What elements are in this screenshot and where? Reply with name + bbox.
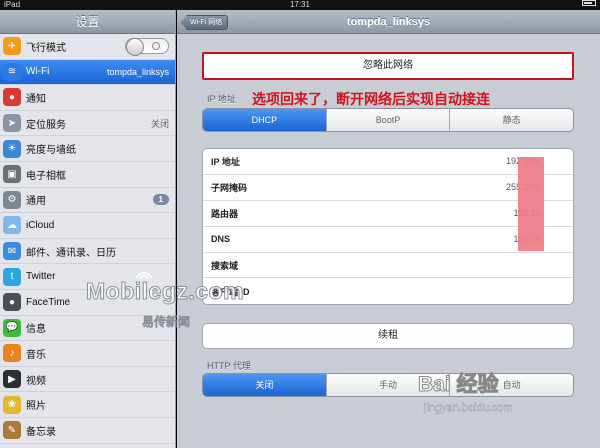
sidebar-item-label: 电子相框 xyxy=(26,170,66,182)
notifications-icon: ● xyxy=(3,88,21,107)
settings-sidebar: 设置 ✈ 飞行模式 ≋ Wi-Fi tompda_linksys ● 通知 ➤ 定位服务 关闭 ☀ 亮… xyxy=(0,10,176,448)
battery-icon xyxy=(582,0,596,6)
sidebar-item[interactable]: ● 通知 xyxy=(0,85,175,111)
sidebar-item[interactable]: ⚙ 通用 1 xyxy=(0,188,175,214)
sidebar-item-label: iCloud xyxy=(26,219,55,231)
row-label: 搜索域 xyxy=(211,260,239,271)
status-bar: iPad 17:31 xyxy=(0,0,600,10)
row-label: IP 地址 xyxy=(211,156,240,167)
sidebar-item[interactable]: ✉ 邮件、通讯录、日历 xyxy=(0,239,175,265)
sidebar-item-label: 亮度与墙纸 xyxy=(26,145,76,157)
sidebar-item[interactable]: ☁ iCloud xyxy=(0,213,175,239)
sidebar-item-label: 通用 xyxy=(26,196,46,208)
sidebar-item[interactable]: ➤ 定位服务 关闭 xyxy=(0,111,175,137)
sidebar-item-value: 关闭 xyxy=(150,118,169,129)
sidebar-item[interactable]: ☀ 亮度与墙纸 xyxy=(0,136,175,162)
wifi-icon: ≋ xyxy=(3,62,21,81)
music-icon: ♪ xyxy=(3,344,21,363)
sidebar-item-label: 备忘录 xyxy=(26,426,56,438)
annotation-text: 选项回来了，断开网络后实现自动接连 xyxy=(252,91,490,107)
table-row[interactable]: 搜索域 xyxy=(203,253,573,279)
mobilegz-watermark: Mobilegz.com xyxy=(85,278,245,305)
notes-icon: ✎ xyxy=(3,421,21,440)
row-label: 客户端 ID xyxy=(211,286,250,297)
picture-frame-icon: ▣ xyxy=(3,165,21,184)
update-badge: 1 xyxy=(152,194,169,206)
sidebar-item-label: 照片 xyxy=(26,401,46,413)
photos-icon: ❀ xyxy=(3,395,21,414)
renew-lease-button[interactable]: 续租 xyxy=(202,323,574,349)
ip-mode-segmented-control: DHCP BootP 静态 xyxy=(202,108,574,132)
forget-network-button[interactable]: 忽略此网络 xyxy=(202,52,574,80)
messages-icon: 💬 xyxy=(3,318,21,337)
sidebar-item-value: tompda_linksys xyxy=(106,66,169,77)
detail-header: Wi-Fi 网络 tompda_linksys xyxy=(177,10,600,34)
sidebar-item-label: 视频 xyxy=(26,375,46,387)
sidebar-item-label: 飞行模式 xyxy=(26,42,66,54)
sidebar-item-label: 定位服务 xyxy=(26,119,66,131)
sidebar-item-label: 邮件、通讯录、日历 xyxy=(26,247,116,259)
video-icon: ▶ xyxy=(3,370,21,389)
proxy-mode-tab[interactable]: 关闭 xyxy=(203,374,327,396)
settings-list: ✈ 飞行模式 ≋ Wi-Fi tompda_linksys ● 通知 ➤ 定位服务 关闭 ☀ 亮度与墙… xyxy=(0,34,175,444)
back-button[interactable]: Wi-Fi 网络 xyxy=(181,15,229,30)
row-label: DNS xyxy=(211,234,231,245)
gear-icon: ⚙ xyxy=(3,190,21,209)
sidebar-item-label: Wi-Fi xyxy=(26,66,50,78)
cloud-icon: ☁ xyxy=(3,216,21,235)
ip-mode-tab[interactable]: 静态 xyxy=(450,109,573,131)
sidebar-item[interactable]: ✈ 飞行模式 xyxy=(0,34,175,60)
mobilegz-watermark-subtitle: 易传新闻 xyxy=(142,315,191,330)
sidebar-item[interactable]: ▣ 电子相框 xyxy=(0,162,175,188)
baidu-watermark-url: jingyan.baidu.com xyxy=(424,402,513,414)
sidebar-item-label: 通知 xyxy=(26,93,46,105)
ip-section-title: IP 地址 xyxy=(207,94,236,104)
sidebar-item[interactable]: ✎ 备忘录 xyxy=(0,418,175,444)
twitter-icon: t xyxy=(3,267,21,286)
sidebar-item[interactable]: ≋ Wi-Fi tompda_linksys xyxy=(0,59,175,86)
clock: 17:31 xyxy=(289,0,311,9)
airplane-mode-toggle[interactable] xyxy=(125,38,169,57)
proxy-section-title: HTTP 代理 xyxy=(207,361,251,371)
location-icon: ➤ xyxy=(3,114,21,133)
ip-mode-tab[interactable]: DHCP xyxy=(203,109,327,131)
wifi-detail-panel: Wi-Fi 网络 tompda_linksys 忽略此网络 IP 地址 选项回来… xyxy=(177,10,600,448)
sidebar-item[interactable]: ♪ 音乐 xyxy=(0,341,175,367)
network-title: tompda_linksys xyxy=(346,16,431,28)
facetime-icon: ● xyxy=(3,293,21,312)
row-label: 路由器 xyxy=(211,208,239,219)
table-row[interactable]: 客户端 ID xyxy=(203,278,573,304)
sidebar-item-label: 音乐 xyxy=(26,349,46,361)
baidu-watermark: Bai 经验 xyxy=(418,373,500,397)
sidebar-item[interactable]: ▶ 视频 xyxy=(0,367,175,393)
sidebar-item[interactable]: ❀ 照片 xyxy=(0,392,175,418)
sidebar-title: 设置 xyxy=(0,10,175,34)
redaction-mark xyxy=(518,157,544,251)
brightness-icon: ☀ xyxy=(3,139,21,158)
mail-icon: ✉ xyxy=(3,242,21,261)
row-label: 子网掩码 xyxy=(211,182,248,193)
ip-mode-tab[interactable]: BootP xyxy=(327,109,451,131)
http-proxy-segmented-control: 关闭 手动 自动 xyxy=(202,373,574,397)
airplane-icon: ✈ xyxy=(3,37,21,56)
